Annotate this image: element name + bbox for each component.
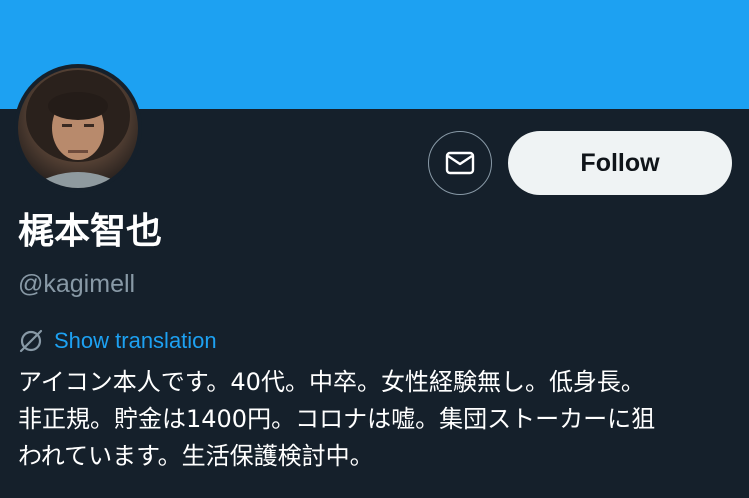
envelope-icon <box>445 151 475 175</box>
follow-button[interactable]: Follow <box>508 131 732 195</box>
message-button[interactable] <box>428 131 492 195</box>
globe-slash-icon <box>19 329 43 353</box>
show-translation-label[interactable]: Show translation <box>54 324 217 358</box>
display-name: 梶本智也 <box>18 211 163 252</box>
avatar-portrait-icon <box>26 70 130 188</box>
bio-line: われています。生活保護検討中。 <box>18 442 374 470</box>
bio: アイコン本人です。40代。中卒。女性経験無し。低身長。 非正規。貯金は1400円… <box>18 364 738 475</box>
bio-line: アイコン本人です。40代。中卒。女性経験無し。低身長。 <box>18 368 645 396</box>
bio-line: 非正規。貯金は1400円。コロナは嘘。集団ストーカーに狙 <box>18 405 656 433</box>
avatar[interactable] <box>14 64 142 192</box>
show-translation-link[interactable]: Show translation <box>18 324 217 358</box>
handle: @kagimell <box>18 270 136 298</box>
avatar-photo <box>18 68 138 188</box>
